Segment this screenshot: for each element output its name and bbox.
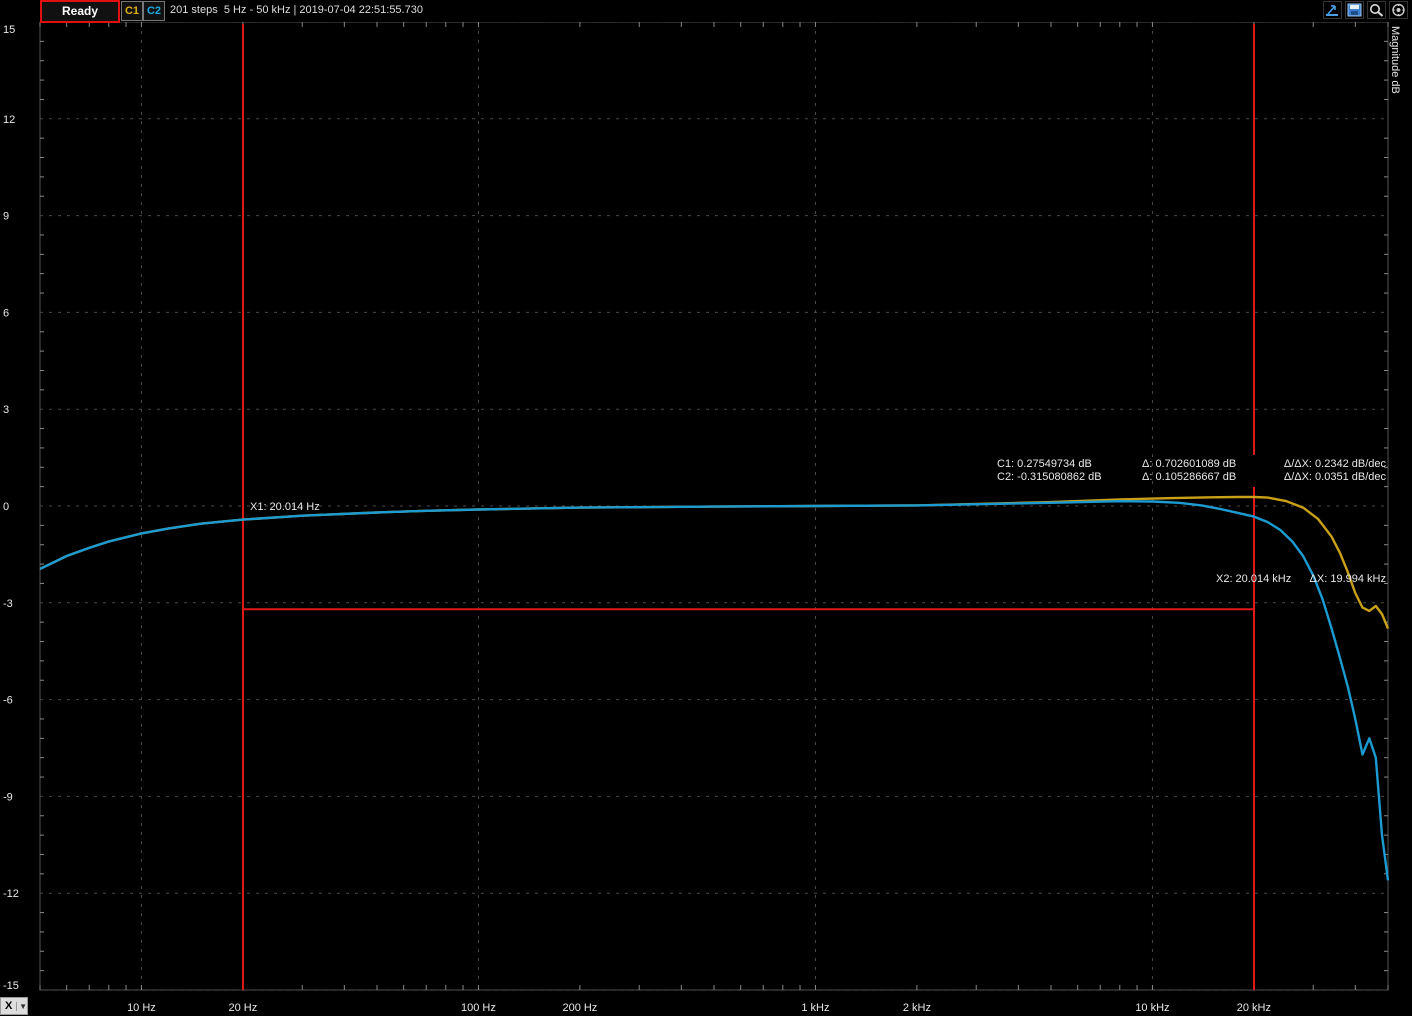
y-tick-label: -6 [3,695,13,707]
y-tick-label: 9 [3,211,9,223]
x-tick-label: 1 kHz [801,1002,829,1014]
cursor-delta1-value: Δ: 0.702601089 dB [1142,458,1236,470]
channel1-toggle[interactable]: C1 [121,1,143,21]
y-tick-label: 3 [3,404,9,416]
x-tick-label: 10 Hz [127,1002,156,1014]
x-tick-label: 20 Hz [229,1002,258,1014]
top-toolbar: Ready C1 C2 201 steps 5 Hz - 50 kHz | 20… [0,0,1412,23]
x-tick-label: 10 kHz [1135,1002,1169,1014]
cursor-c2-value: C2: -0.315080862 dB [997,471,1102,483]
y-tick-label: -12 [3,888,19,900]
x-axis-selector-label: X [5,1000,13,1012]
y-tick-label: 15 [3,24,15,36]
y-tick-label: -9 [3,791,13,803]
cursor-slope2-value: Δ/ΔX: 0.0351 dB/dec [1284,471,1387,483]
cursor-slope1-value: Δ/ΔX: 0.2342 dB/dec [1284,458,1387,470]
cursor-x2-label: X2: 20.014 kHz [1216,573,1291,585]
sweep-info: 201 steps 5 Hz - 50 kHz | 2019-07-04 22:… [170,4,423,16]
save-icon[interactable] [1345,1,1364,19]
cursor-delta2-value: Δ: 0.105286667 dB [1142,471,1236,483]
x-axis-selector[interactable]: X ▼ [0,997,28,1015]
chevron-down-icon: ▼ [16,1001,27,1011]
channel2-toggle[interactable]: C2 [143,1,165,21]
cursor-dx-label: ΔX: 19.994 kHz [1310,573,1386,585]
x-tick-label: 200 Hz [562,1002,597,1014]
x-tick-label: 100 Hz [461,1002,496,1014]
cursor-x1-label: X1: 20.014 Hz [250,501,320,513]
zoom-icon[interactable] [1367,1,1386,19]
y-tick-label: 12 [3,114,15,126]
y-tick-label: -15 [3,980,19,992]
y-tick-label: -3 [3,598,13,610]
y-tick-label: 0 [3,501,9,513]
x-tick-label: 20 kHz [1237,1002,1271,1014]
y-axis-label: Magnitude dB [1389,26,1401,94]
cursor-icon[interactable] [1323,1,1342,19]
magnitude-plot[interactable]: 15 12 9 6 3 0 -3 -6 -9 -12 -15 10 Hz 20 Hz 100 Hz 200 … [0,0,1412,1016]
status-button[interactable]: Ready [40,0,120,23]
cursor-c1-value: C1: 0.27549734 dB [997,458,1092,470]
toolbar-icons [1323,1,1408,19]
settings-icon[interactable] [1389,1,1408,19]
x-tick-label: 2 kHz [903,1002,931,1014]
y-tick-label: 6 [3,307,9,319]
